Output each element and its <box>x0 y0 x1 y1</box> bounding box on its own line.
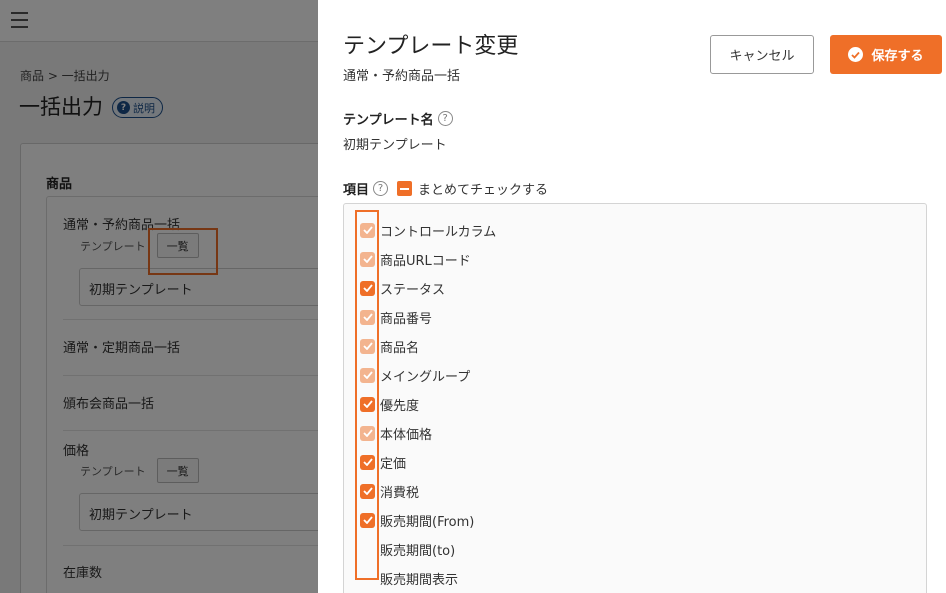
items-list: コントロールカラム 商品URLコード ステータス商品番号商品名メイングループ 優先度本… <box>343 203 927 593</box>
items-label: 項目 ? まとめてチェックする <box>343 179 548 198</box>
item-label: コントロールカラム <box>380 224 497 240</box>
item-label: 本体価格 <box>380 427 433 443</box>
item-label: 商品名 <box>380 340 420 356</box>
check-circle-icon <box>848 47 864 62</box>
drawer-title: テンプレート変更 <box>343 34 519 59</box>
item-label: 商品URLコード <box>380 253 471 269</box>
item-label: 販売期間(to) <box>380 543 456 559</box>
template-name-label: テンプレート名 ? <box>343 109 453 128</box>
item-label: ステータス <box>380 282 446 298</box>
bulk-check-toggle[interactable]: まとめてチェックする <box>397 179 548 198</box>
item-label: 定価 <box>380 456 407 472</box>
indeterminate-checkbox-icon <box>397 181 413 196</box>
help-icon[interactable]: ? <box>373 181 389 196</box>
item-label: 消費税 <box>380 485 420 501</box>
checkbox-column-highlight <box>355 210 379 580</box>
item-label: メイングループ <box>380 369 471 385</box>
bulk-check-label: まとめてチェックする <box>418 183 549 198</box>
items-label-text: 項目 <box>343 183 370 198</box>
save-button[interactable]: 保存する <box>830 35 942 74</box>
template-name-label-text: テンプレート名 <box>343 113 434 128</box>
item-label: 販売期間表示 <box>380 572 459 588</box>
save-label: 保存する <box>871 49 924 64</box>
help-icon[interactable]: ? <box>437 111 453 126</box>
item-row[interactable]: コントロールカラム <box>360 220 496 240</box>
cancel-button[interactable]: キャンセル <box>710 35 814 74</box>
drawer-subtitle: 通常・予約商品一括 <box>343 69 461 84</box>
template-drawer: テンプレート変更 通常・予約商品一括 キャンセル 保存する テンプレート名 ? … <box>318 0 946 593</box>
item-label: 販売期間(From) <box>380 514 475 530</box>
template-name-value: 初期テンプレート <box>343 138 447 153</box>
item-label: 優先度 <box>380 398 420 414</box>
item-label: 商品番号 <box>380 311 433 327</box>
